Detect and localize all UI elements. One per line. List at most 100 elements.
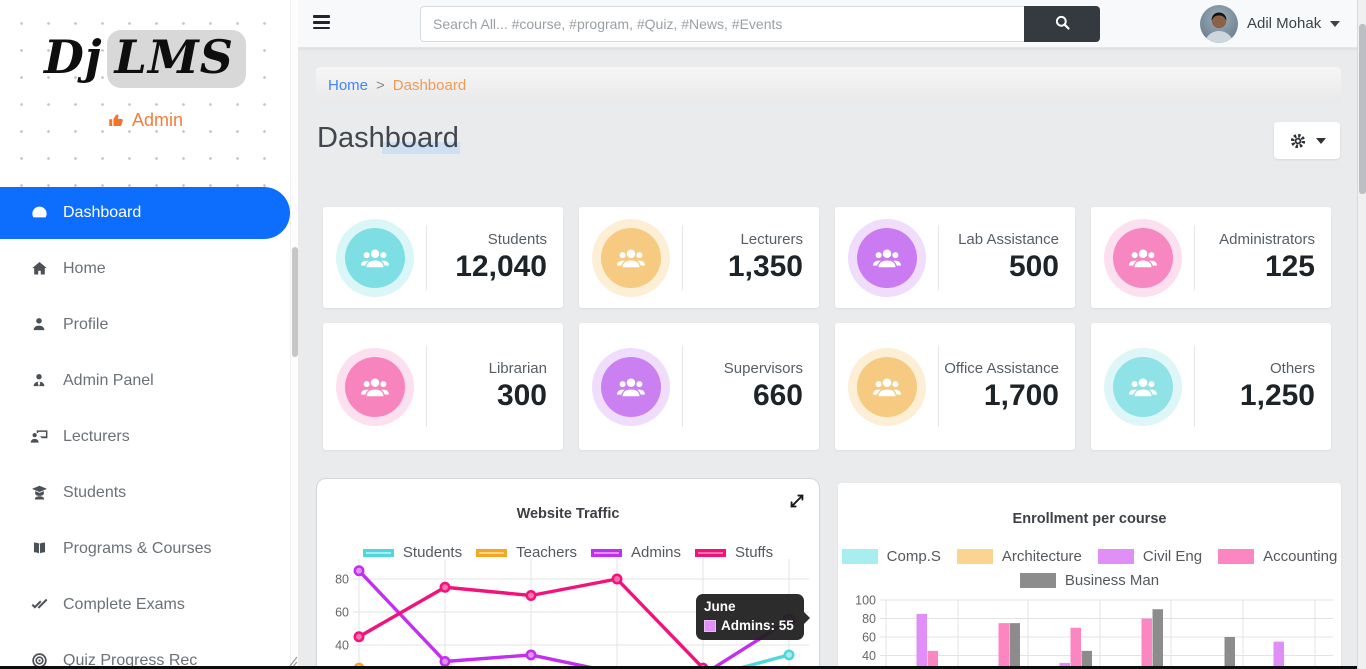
bar-chart-title: Enrollment per course [838, 511, 1341, 527]
search-input[interactable] [420, 6, 1024, 42]
resize-grip-icon[interactable] [288, 654, 298, 666]
legend-swatch [591, 549, 622, 557]
stat-text: Supervisors660 [683, 360, 819, 414]
stat-text: Lecturers1,350 [683, 231, 819, 285]
y-tick-label: 80 [862, 612, 876, 626]
sidebar-scrollbar[interactable] [290, 0, 298, 669]
users-icon [1113, 357, 1173, 417]
legend-swatch [842, 549, 878, 564]
legend-swatch [1218, 549, 1254, 564]
legend-label: Accounting [1263, 548, 1337, 565]
stat-value: 125 [1195, 250, 1315, 284]
gauge-icon [30, 203, 50, 223]
data-point-admins [441, 657, 449, 665]
user-avatar[interactable] [1200, 5, 1238, 43]
sidebar-item-label: Students [63, 484, 126, 502]
expand-icon[interactable] [787, 491, 807, 511]
sidebar-item-label: Dashboard [63, 204, 141, 222]
chart-tooltip: June Admins: 55 [696, 594, 804, 640]
stat-text: Administrators125 [1195, 231, 1331, 285]
legend-item-comp-s[interactable]: Comp.S [842, 548, 941, 565]
page-scrollbar-thumb[interactable] [1359, 24, 1366, 194]
legend-swatch [695, 549, 726, 557]
legend-item-business-man[interactable]: Business Man [1020, 572, 1159, 589]
topbar: Adil Mohak [298, 0, 1366, 48]
sidebar-item-label: Admin Panel [63, 372, 154, 390]
bar-business-man [1225, 637, 1236, 669]
sidebar-item-label: Profile [63, 316, 108, 334]
y-tick-label: 60 [862, 631, 876, 645]
sidebar-item-quiz-progress-rec[interactable]: Quiz Progress Rec [0, 633, 290, 669]
admin-role-label: Admin [132, 110, 183, 130]
sidebar-item-profile[interactable]: Profile [0, 297, 290, 353]
legend-item-civil-eng[interactable]: Civil Eng [1098, 548, 1202, 565]
tooltip-swatch [704, 620, 716, 632]
legend-item-architecture[interactable]: Architecture [957, 548, 1082, 565]
stat-value: 1,350 [683, 250, 803, 284]
app-logo[interactable]: DjLMS [0, 30, 290, 84]
stat-value: 300 [427, 379, 547, 413]
admin-role-link[interactable]: Admin [0, 110, 290, 131]
stat-label: Lab Assistance [939, 231, 1059, 250]
legend-swatch [476, 549, 507, 557]
bar-accounting [1142, 619, 1153, 669]
bar-chart-plot: 100806040 [838, 593, 1341, 669]
y-tick-label: 100 [855, 594, 876, 608]
home-icon [30, 259, 50, 279]
stat-text: Librarian300 [427, 360, 563, 414]
stat-label: Librarian [427, 360, 547, 379]
users-icon [345, 357, 405, 417]
stat-label: Supervisors [683, 360, 803, 379]
book-open-icon [30, 539, 50, 559]
logo-lms: LMS [107, 30, 246, 88]
search-button[interactable] [1024, 6, 1100, 42]
data-point-stuffs [527, 591, 535, 599]
users-icon [601, 228, 661, 288]
sidebar-item-admin-panel[interactable]: Admin Panel [0, 353, 290, 409]
bar-civil-eng [1274, 642, 1285, 669]
sidebar-item-complete-exams[interactable]: Complete Exams [0, 577, 290, 633]
line-chart-title: Website Traffic [317, 506, 819, 522]
stat-value: 660 [683, 379, 803, 413]
stat-card-students: Students12,040 [323, 207, 563, 308]
sidebar-item-programs-courses[interactable]: Programs & Courses [0, 521, 290, 577]
sidebar-item-students[interactable]: Students [0, 465, 290, 521]
bar-chart-legend-row-2: Business Man [838, 572, 1341, 589]
app-root: DjLMS Admin Dashboard Home Profile Admin Pa… [0, 0, 1366, 669]
page-scrollbar[interactable] [1357, 0, 1366, 669]
data-point-students [785, 651, 793, 659]
user-name[interactable]: Adil Mohak [1247, 15, 1321, 32]
caret-down-icon [1316, 138, 1326, 144]
sidebar-nav: Dashboard Home Profile Admin Panel Lecturers… [0, 187, 290, 669]
search-icon [1053, 13, 1072, 32]
settings-dropdown-button[interactable] [1274, 122, 1340, 159]
sidebar-item-label: Programs & Courses [63, 540, 212, 558]
data-point-admins [527, 651, 535, 659]
stat-card-lab-assistance: Lab Assistance500 [835, 207, 1075, 308]
users-icon [857, 357, 917, 417]
stat-value: 1,250 [1195, 379, 1315, 413]
stat-card-lecturers: Lecturers1,350 [579, 207, 819, 308]
user-tie-icon [30, 371, 50, 391]
hamburger-menu-icon[interactable] [313, 15, 330, 33]
bar-accounting [1071, 628, 1082, 669]
users-icon [345, 228, 405, 288]
page-title: Dashboard [317, 122, 459, 155]
user-caret-down-icon[interactable] [1330, 21, 1340, 27]
users-icon [601, 357, 661, 417]
stat-label: Students [427, 231, 547, 250]
legend-swatch [1098, 549, 1134, 564]
legend-label: Civil Eng [1143, 548, 1202, 565]
stat-text: Students12,040 [427, 231, 563, 285]
stat-card-office-assistance: Office Assistance1,700 [835, 323, 1075, 450]
sidebar-scrollbar-thumb[interactable] [292, 247, 298, 357]
stat-value: 12,040 [427, 250, 547, 284]
data-point-admins [355, 567, 363, 575]
sidebar-item-lecturers[interactable]: Lecturers [0, 409, 290, 465]
legend-item-accounting[interactable]: Accounting [1218, 548, 1337, 565]
sidebar-item-home[interactable]: Home [0, 241, 290, 297]
breadcrumb-home-link[interactable]: Home [328, 77, 368, 94]
gear-icon [1289, 132, 1307, 150]
sidebar-item-dashboard[interactable]: Dashboard [0, 187, 290, 239]
stat-label: Others [1195, 360, 1315, 379]
